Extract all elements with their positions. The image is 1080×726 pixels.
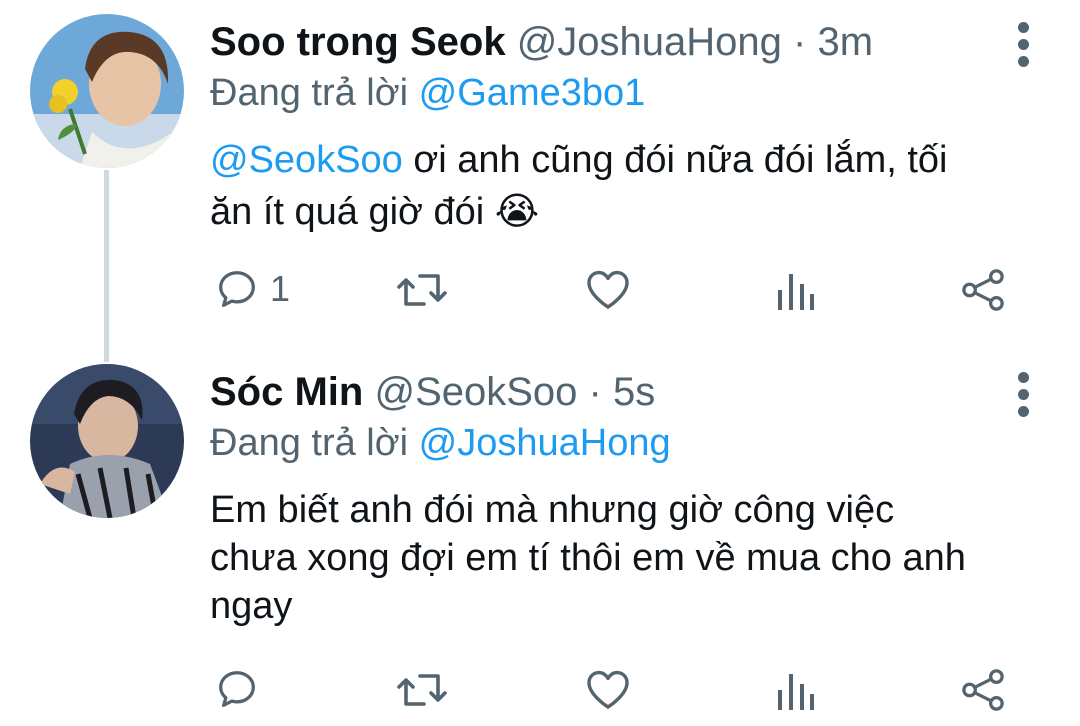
reply-button[interactable] (214, 666, 270, 712)
tweet-header: Soo trong Seok @JoshuaHong · 3m (210, 18, 873, 66)
like-icon (587, 270, 629, 309)
replying-prefix: Đang trả lời (210, 72, 409, 114)
replying-prefix: Đang trả lời (210, 422, 409, 464)
tweet-header: Sóc Min @SeokSoo · 5s (210, 368, 655, 416)
timestamp[interactable]: 5s (613, 370, 655, 414)
tweet-text: @SeokSoo ơi anh cũng đói nữa đói lắm, tố… (210, 136, 1050, 236)
tweet-text-line: @SeokSoo ơi anh cũng đói nữa đói lắm, tố… (210, 136, 1050, 184)
reply-icon (219, 671, 255, 707)
share-icon (962, 269, 1004, 311)
tweet-text-line: ăn ít quá giờ đói 😭 (210, 188, 1050, 236)
display-name[interactable]: Sóc Min (210, 370, 363, 414)
tweet-text-line: Em biết anh đói mà nhưng giờ công việc (210, 489, 895, 531)
user-handle[interactable]: @SeokSoo (374, 370, 577, 414)
like-icon (587, 670, 629, 709)
analytics-button[interactable] (776, 272, 816, 312)
tweet-text: Em biết anh đói mà nhưng giờ công việc c… (210, 486, 1050, 630)
replying-to: Đang trả lời @Game3bo1 (210, 70, 645, 116)
tweet-1[interactable]: Soo trong Seok @JoshuaHong · 3m Đang trả… (0, 0, 1080, 340)
tweet-actions: 1 (0, 266, 1080, 316)
avatar-image (30, 364, 184, 518)
user-handle[interactable]: @JoshuaHong (517, 20, 782, 64)
like-button[interactable] (584, 666, 632, 712)
share-button[interactable] (960, 668, 1006, 712)
retweet-button[interactable] (396, 268, 448, 312)
avatar-image (30, 14, 184, 168)
replying-to-mention[interactable]: @Game3bo1 (419, 72, 646, 114)
reply-button[interactable]: 1 (214, 266, 290, 312)
mention-link[interactable]: @SeokSoo (210, 139, 403, 181)
analytics-button[interactable] (776, 672, 816, 712)
retweet-icon (397, 274, 447, 306)
crying-emoji: 😭 (494, 191, 540, 233)
replying-to-mention[interactable]: @JoshuaHong (419, 422, 671, 464)
tweet-text-fragment: ơi anh cũng đói nữa đói lắm, tối (402, 139, 948, 181)
separator-dot: · (588, 370, 602, 414)
reply-icon (219, 271, 255, 307)
more-icon[interactable] (1016, 372, 1030, 417)
share-button[interactable] (960, 268, 1006, 312)
tweet-text-line: chưa xong đợi em tí thôi em về mua cho a… (210, 537, 966, 579)
replying-to: Đang trả lời @JoshuaHong (210, 420, 671, 466)
separator-dot: · (793, 20, 807, 64)
retweet-button[interactable] (396, 668, 448, 712)
reply-count: 1 (270, 268, 291, 309)
analytics-icon (778, 274, 814, 310)
tweet-2[interactable]: Sóc Min @SeokSoo · 5s Đang trả lời @Josh… (0, 350, 1080, 726)
timestamp[interactable]: 3m (818, 20, 874, 64)
tweet-text-line: ngay (210, 585, 293, 627)
like-button[interactable] (584, 266, 632, 312)
share-icon (962, 669, 1004, 711)
tweet-actions (0, 666, 1080, 716)
avatar[interactable] (30, 14, 184, 168)
more-icon[interactable] (1016, 22, 1030, 67)
display-name[interactable]: Soo trong Seok (210, 20, 506, 64)
avatar[interactable] (30, 364, 184, 518)
analytics-icon (778, 674, 814, 710)
tweet-text-fragment: ăn ít quá giờ đói (210, 191, 485, 233)
retweet-icon (397, 674, 447, 706)
